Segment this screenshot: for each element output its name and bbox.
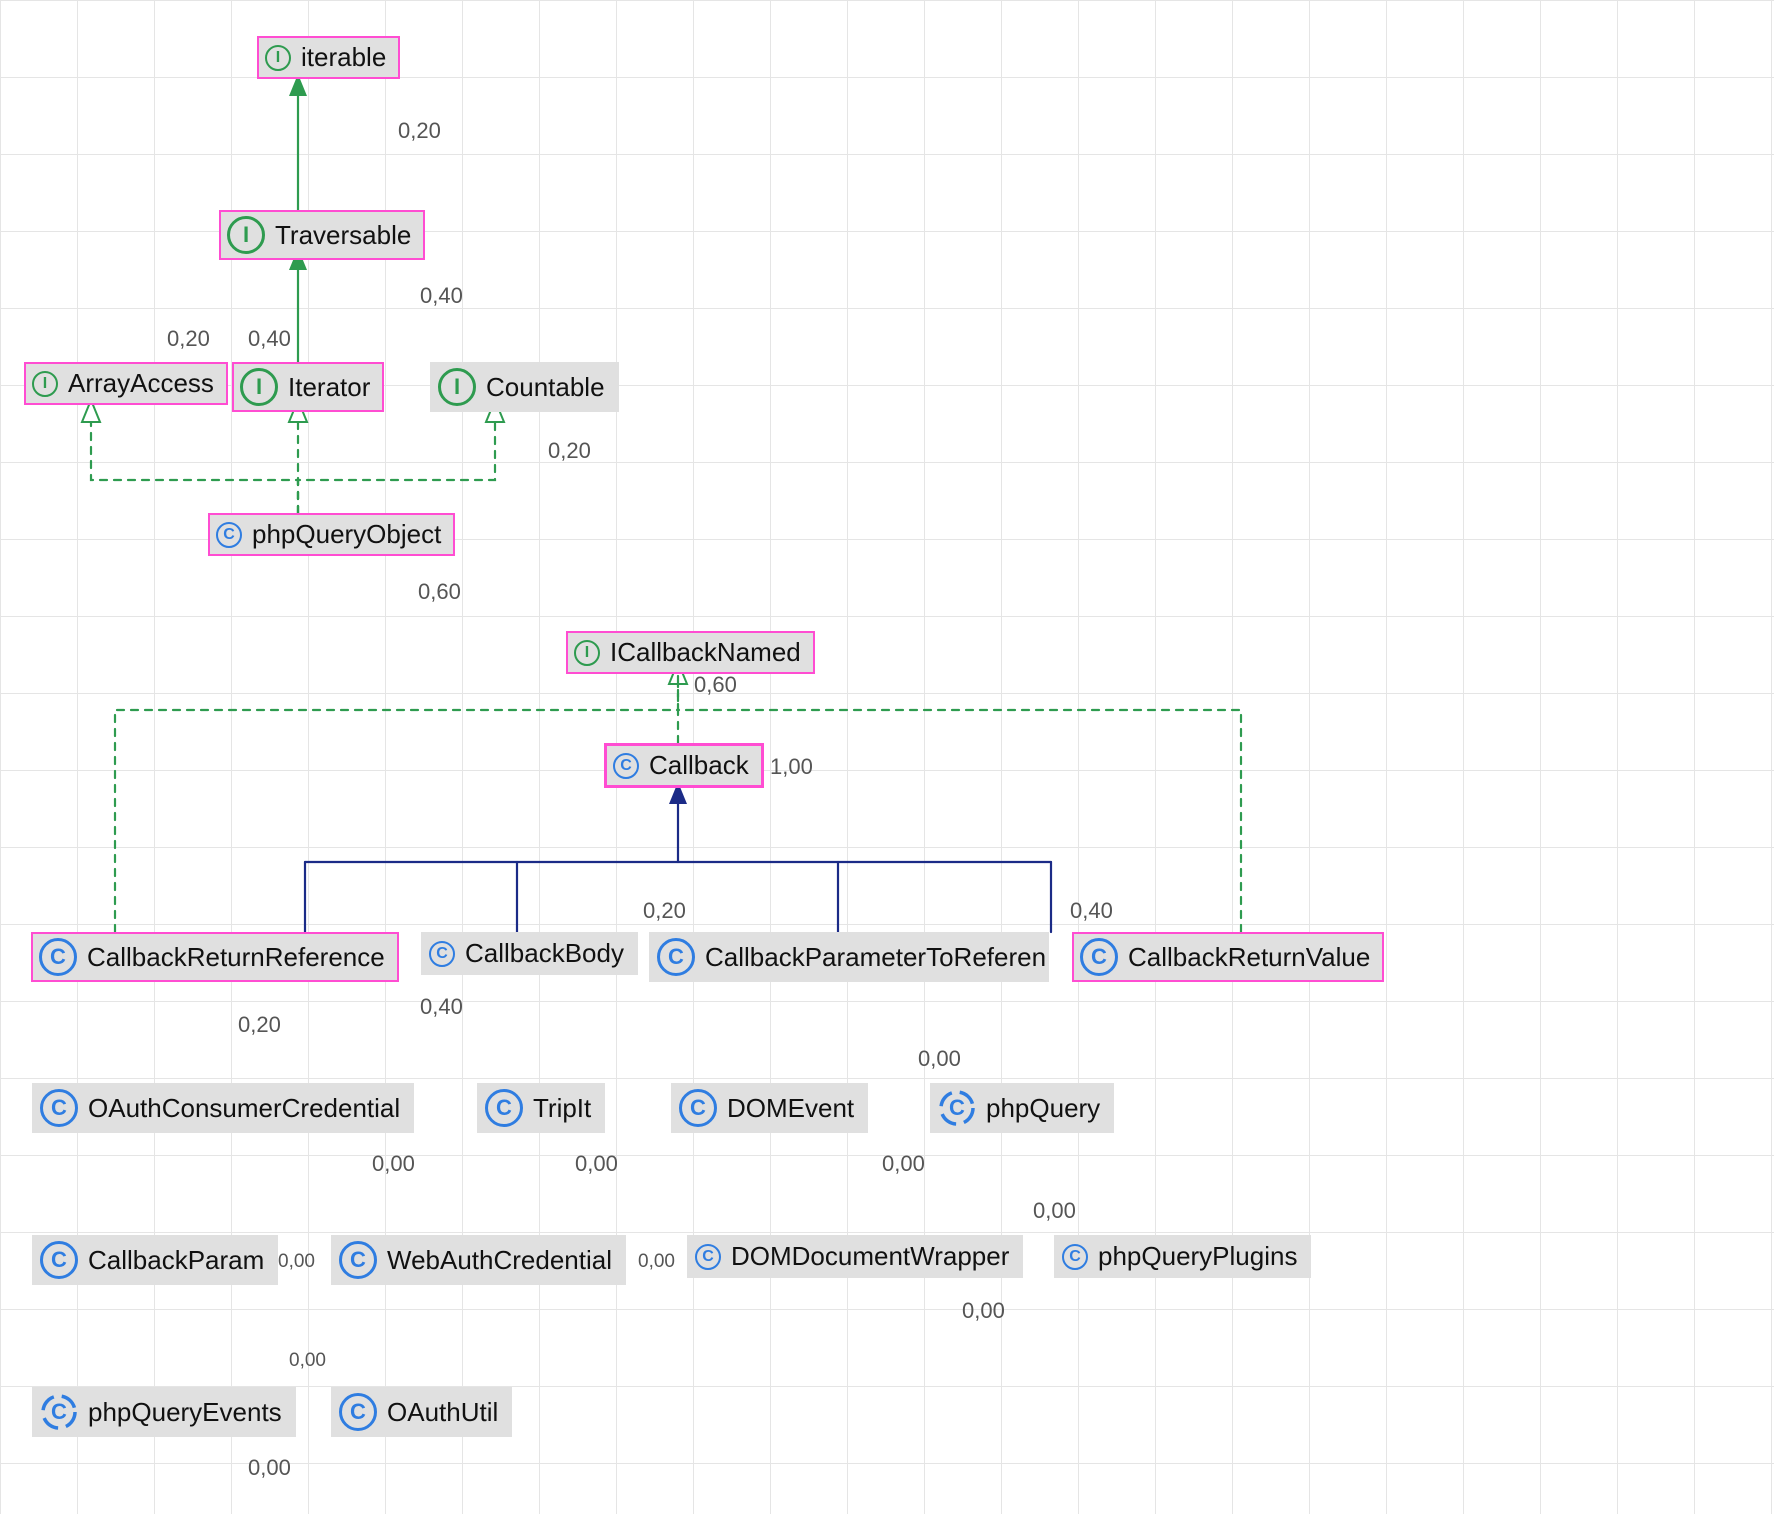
class-icon: C <box>1080 938 1118 976</box>
node-label: DOMEvent <box>727 1093 854 1124</box>
metric: 0,20 <box>238 1012 281 1038</box>
class-icon: C <box>339 1393 377 1431</box>
node-phpquery[interactable]: C phpQuery <box>930 1083 1114 1133</box>
node-domevent[interactable]: C DOMEvent <box>671 1083 868 1133</box>
node-label: TripIt <box>533 1093 591 1124</box>
metric: 0,00 <box>575 1151 618 1177</box>
metric: 0,40 <box>248 326 291 352</box>
node-callbackparametertoreference[interactable]: C CallbackParameterToReference <box>649 932 1049 982</box>
node-label: phpQueryEvents <box>88 1397 282 1428</box>
node-traversable[interactable]: I Traversable <box>219 210 425 260</box>
metric: 0,20 <box>548 438 591 464</box>
node-arrayaccess[interactable]: I ArrayAccess <box>24 362 228 405</box>
class-icon: C <box>657 938 695 976</box>
interface-icon: I <box>438 368 476 406</box>
node-label: CallbackParameterToReference <box>705 942 1049 973</box>
metric: 0,00 <box>1033 1198 1076 1224</box>
node-label: CallbackReturnReference <box>87 942 385 973</box>
node-label: CallbackReturnValue <box>1128 942 1370 973</box>
node-oauthutil[interactable]: C OAuthUtil <box>331 1387 512 1437</box>
class-icon: C <box>429 941 455 967</box>
metric: 0,20 <box>167 326 210 352</box>
node-label: ArrayAccess <box>68 368 214 399</box>
metric: 0,00 <box>289 1350 326 1372</box>
node-label: Callback <box>649 750 749 781</box>
class-icon: C <box>613 753 639 779</box>
metric: 0,40 <box>420 283 463 309</box>
node-webauthcredential[interactable]: C WebAuthCredential <box>331 1235 626 1285</box>
node-callbackreturnvalue[interactable]: C CallbackReturnValue <box>1072 932 1384 982</box>
node-phpqueryobject[interactable]: C phpQueryObject <box>208 513 455 556</box>
metric: 0,00 <box>372 1151 415 1177</box>
node-label: Countable <box>486 372 605 403</box>
class-icon: C <box>39 938 77 976</box>
metric: 0,00 <box>882 1151 925 1177</box>
class-icon: C <box>216 522 242 548</box>
node-label: OAuthUtil <box>387 1397 498 1428</box>
metric: 0,00 <box>278 1251 315 1273</box>
class-icon: C <box>40 1241 78 1279</box>
node-label: CallbackParam <box>88 1245 264 1276</box>
node-callbackbody[interactable]: C CallbackBody <box>421 932 638 975</box>
class-icon: C <box>339 1241 377 1279</box>
class-icon: C <box>679 1089 717 1127</box>
metric: 0,40 <box>420 994 463 1020</box>
metric: 0,00 <box>962 1298 1005 1324</box>
node-label: phpQueryObject <box>252 519 441 550</box>
node-label: phpQueryPlugins <box>1098 1241 1297 1272</box>
node-label: ICallbackNamed <box>610 637 801 668</box>
node-label: iterable <box>301 42 386 73</box>
node-label: Traversable <box>275 220 411 251</box>
node-label: WebAuthCredential <box>387 1245 612 1276</box>
metric: 0,00 <box>918 1046 961 1072</box>
metric: 0,20 <box>398 118 441 144</box>
abstract-class-icon: C <box>938 1089 976 1127</box>
node-label: OAuthConsumerCredential <box>88 1093 400 1124</box>
node-iterable[interactable]: I iterable <box>257 36 400 79</box>
metric: 0,60 <box>418 579 461 605</box>
node-icallbacknamed[interactable]: I ICallbackNamed <box>566 631 815 674</box>
class-icon: C <box>40 1089 78 1127</box>
node-callbackparam[interactable]: C CallbackParam <box>32 1235 278 1285</box>
node-phpqueryplugins[interactable]: C phpQueryPlugins <box>1054 1235 1311 1278</box>
metric: 0,00 <box>638 1251 675 1273</box>
metric: 0,20 <box>643 898 686 924</box>
node-label: CallbackBody <box>465 938 624 969</box>
node-tripit[interactable]: C TripIt <box>477 1083 605 1133</box>
metric: 0,60 <box>694 672 737 698</box>
interface-icon: I <box>227 216 265 254</box>
node-iterator[interactable]: I Iterator <box>232 362 384 412</box>
diagram-canvas[interactable]: I iterable 0,20 I Traversable 0,40 0,20 … <box>0 0 1774 1514</box>
interface-icon: I <box>265 45 291 71</box>
metric: 0,40 <box>1070 898 1113 924</box>
class-icon: C <box>485 1089 523 1127</box>
node-label: DOMDocumentWrapper <box>731 1241 1009 1272</box>
node-callbackreturnreference[interactable]: C CallbackReturnReference <box>31 932 399 982</box>
class-icon: C <box>1062 1244 1088 1270</box>
node-label: Iterator <box>288 372 370 403</box>
abstract-class-icon: C <box>40 1393 78 1431</box>
metric: 1,00 <box>770 754 813 780</box>
node-label: phpQuery <box>986 1093 1100 1124</box>
node-callback[interactable]: C Callback <box>604 743 764 788</box>
interface-icon: I <box>574 640 600 666</box>
node-domdocumentwrapper[interactable]: C DOMDocumentWrapper <box>687 1235 1023 1278</box>
node-countable[interactable]: I Countable <box>430 362 619 412</box>
interface-icon: I <box>240 368 278 406</box>
node-oauthconsumercredential[interactable]: C OAuthConsumerCredential <box>32 1083 414 1133</box>
class-icon: C <box>695 1244 721 1270</box>
metric: 0,00 <box>248 1455 291 1481</box>
interface-icon: I <box>32 371 58 397</box>
node-phpqueryevents[interactable]: C phpQueryEvents <box>32 1387 296 1437</box>
